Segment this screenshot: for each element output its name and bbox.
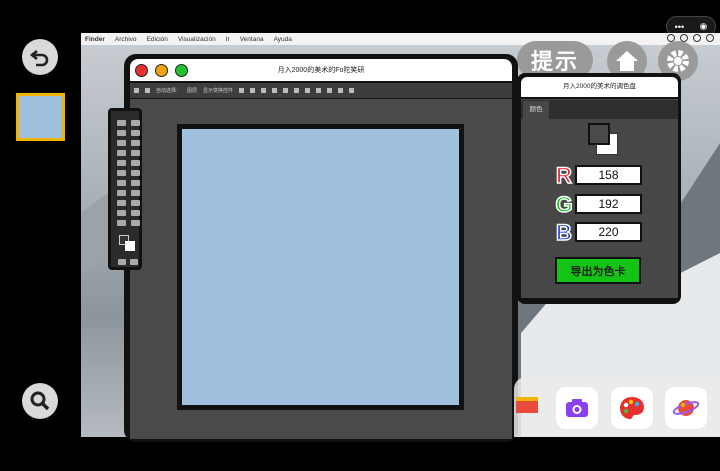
home-icon	[616, 51, 638, 71]
menu-visualizacion[interactable]: Visualización	[178, 36, 216, 43]
fg-bg-swatches[interactable]	[119, 235, 137, 251]
dock-folder-icon[interactable]	[516, 391, 540, 419]
tool-heal[interactable]	[131, 150, 140, 156]
planet-icon	[672, 400, 700, 416]
tool-path[interactable]	[131, 200, 140, 206]
record-icon[interactable]: ◉	[699, 21, 707, 32]
more-icon[interactable]: •••	[675, 22, 684, 32]
r-value-field[interactable]: 158	[575, 165, 642, 185]
camera-icon	[566, 399, 588, 417]
tool-blur[interactable]	[131, 180, 140, 186]
tool-marquee[interactable]	[131, 120, 140, 126]
dock-camera[interactable]	[556, 387, 598, 429]
tool-dodge[interactable]	[117, 190, 126, 196]
menu-ayuda[interactable]: Ayuda	[274, 36, 292, 43]
ps-window-title: 月入2000的美术的Fo陀笑研	[277, 67, 365, 74]
canvas-document[interactable]	[177, 124, 464, 410]
menu-finder[interactable]: Finder	[85, 36, 105, 43]
current-color-swatch[interactable]	[16, 93, 65, 141]
foreground-color-swatch[interactable]	[588, 123, 610, 145]
tool-hand[interactable]	[131, 210, 140, 216]
move-icon[interactable]	[145, 88, 150, 93]
tool-gradient[interactable]	[117, 180, 126, 186]
gear-icon	[667, 50, 689, 72]
g-label: G	[555, 191, 574, 218]
dock-planet[interactable]	[665, 387, 707, 429]
layer-select[interactable]: 图层	[187, 87, 197, 94]
tool-lasso[interactable]	[117, 130, 126, 136]
menu-ventana[interactable]: Ventana	[240, 36, 264, 43]
b-value-field[interactable]: 220	[575, 222, 642, 242]
tool-zoom[interactable]	[117, 220, 126, 226]
tool-eraser[interactable]	[131, 170, 140, 176]
tool-stamp[interactable]	[131, 160, 140, 166]
tool-shape[interactable]	[117, 210, 126, 216]
menu-ir[interactable]: Ir	[226, 36, 230, 43]
search-icon	[30, 391, 50, 411]
tool-eyedropper[interactable]	[117, 150, 126, 156]
export-color-card-button[interactable]: 导出为色卡	[555, 257, 641, 284]
tool-text[interactable]	[117, 200, 126, 206]
show-transform-option[interactable]: 显示变换控件	[203, 87, 233, 94]
tool-pen[interactable]	[131, 190, 140, 196]
back-button[interactable]	[22, 39, 58, 75]
home-small-icon[interactable]	[134, 88, 139, 93]
search-button[interactable]	[22, 383, 58, 419]
dock	[514, 377, 720, 437]
r-label: R	[555, 162, 572, 189]
tool-crop[interactable]	[117, 140, 126, 146]
tool-magic-wand[interactable]	[131, 130, 140, 136]
g-value-field[interactable]: 192	[575, 194, 642, 214]
tool-brush[interactable]	[117, 160, 126, 166]
menu-edicion[interactable]: Edición	[147, 36, 168, 43]
color-panel-title: 月入2000的美术的调色盘	[521, 77, 678, 97]
palette-icon	[620, 397, 644, 419]
tool-frame[interactable]	[131, 140, 140, 146]
dock-palette[interactable]	[611, 387, 653, 429]
back-icon	[29, 49, 49, 67]
tool-move[interactable]	[117, 120, 126, 126]
tool-history[interactable]	[117, 170, 126, 176]
auto-select-option[interactable]: 自动选择：	[156, 87, 181, 94]
tab-color[interactable]: 颜色	[523, 101, 549, 119]
ps-toolbox	[108, 108, 142, 270]
tool-more[interactable]	[131, 220, 140, 226]
b-label: B	[555, 219, 572, 246]
ps-options-bar: 自动选择： 图层 显示变换控件	[130, 83, 512, 98]
ps-title-bar: 月入2000的美术的Fo陀笑研	[130, 59, 512, 81]
menu-archivo[interactable]: Archivo	[115, 36, 137, 43]
